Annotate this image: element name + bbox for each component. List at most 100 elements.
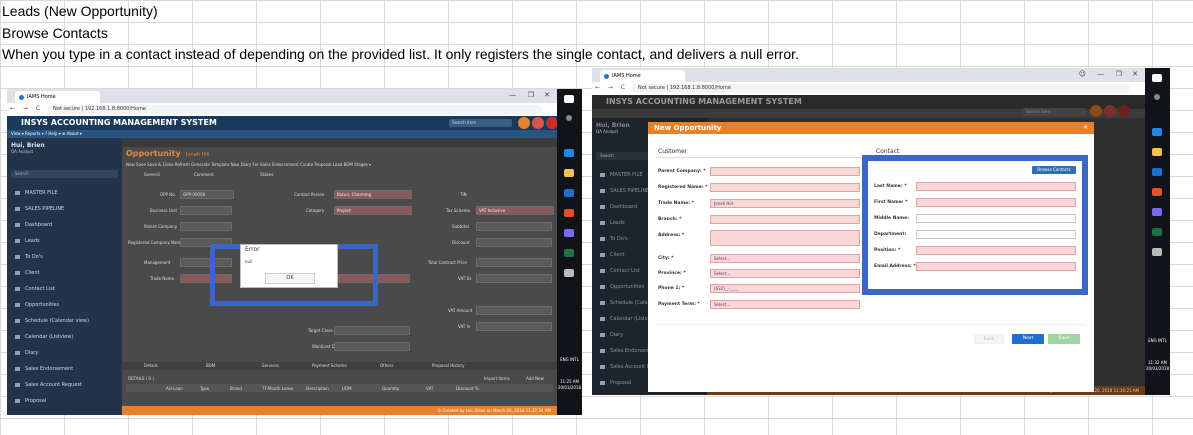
- sidebar-item-diary[interactable]: Diary: [599, 332, 623, 338]
- windows-start-icon[interactable]: [564, 95, 574, 103]
- target-close-date-input[interactable]: [334, 326, 410, 335]
- error-ok-button[interactable]: OK: [265, 273, 315, 284]
- subtotal-input[interactable]: [476, 222, 552, 231]
- city-select[interactable]: Select...: [710, 254, 860, 263]
- tab-services[interactable]: Services: [262, 363, 279, 368]
- minimize-icon[interactable]: —: [1097, 70, 1104, 78]
- profile-icon[interactable]: ☺: [1079, 70, 1086, 78]
- sidebar-item-proposal[interactable]: Proposal: [14, 398, 46, 404]
- browser-tab[interactable]: IAMS Home: [15, 91, 100, 103]
- browser-nav-icons[interactable]: ← → C: [595, 84, 628, 91]
- first-name-input[interactable]: [916, 198, 1076, 207]
- email-address-input[interactable]: [916, 262, 1076, 271]
- add-new-button[interactable]: Add New: [526, 376, 544, 381]
- tab-stakes[interactable]: Stakes: [260, 172, 273, 177]
- minimize-icon[interactable]: —: [509, 91, 516, 99]
- position-input[interactable]: [916, 246, 1076, 255]
- opportunity-toolbar[interactable]: New Save Save & Close Refresh Generate T…: [126, 162, 371, 167]
- sidebar-item-dashboard[interactable]: Dashboard: [14, 222, 52, 228]
- edge-icon[interactable]: [564, 149, 574, 157]
- app-search-input[interactable]: Search item: [1023, 108, 1086, 116]
- tab-bom[interactable]: BOM: [206, 363, 215, 368]
- category-select[interactable]: Project: [334, 206, 412, 215]
- sidebar-item-opportunities[interactable]: Opportunities: [599, 284, 644, 290]
- sidebar-item-leads[interactable]: Leads: [600, 220, 625, 226]
- branch-input[interactable]: [710, 215, 860, 224]
- sidebar-item-contact-list[interactable]: Contact List: [15, 286, 55, 292]
- discount-input[interactable]: [476, 238, 552, 247]
- parent-company-input[interactable]: [710, 167, 860, 176]
- user-icon[interactable]: [1118, 105, 1130, 117]
- address-input[interactable]: Not secure | 192.168.1.8:8000/Home: [632, 84, 1130, 93]
- sidebar-item-opportunities[interactable]: Opportunities: [14, 302, 59, 308]
- sidebar-item-sales-pipeline[interactable]: SALES PIPELINE: [14, 206, 64, 212]
- maximize-icon[interactable]: ❐: [1116, 70, 1122, 78]
- sidebar-item-sales-pipeline[interactable]: SALES PIPELINE: [599, 188, 649, 194]
- payment-term-select[interactable]: Select...: [710, 300, 860, 309]
- address-textarea[interactable]: [710, 230, 860, 246]
- trade-name-input[interactable]: Jonah Hill: [710, 199, 860, 208]
- sidebar-item-master-file[interactable]: MASTER FILE: [14, 190, 57, 196]
- back-button[interactable]: Back: [974, 334, 1004, 344]
- sidebar-item-sales-account-request[interactable]: Sales Account Request: [15, 382, 82, 388]
- close-icon[interactable]: ✕: [544, 91, 550, 99]
- registered-name-input[interactable]: [710, 183, 860, 192]
- tax-scheme-select[interactable]: VAT Inclusive: [476, 206, 554, 215]
- tab-general[interactable]: General: [144, 172, 160, 177]
- search-icon[interactable]: [566, 115, 572, 121]
- tab-comment[interactable]: Comment: [194, 172, 214, 177]
- parent-company-input[interactable]: [180, 222, 232, 231]
- sidebar-item-client[interactable]: Client: [14, 270, 39, 276]
- excel-icon[interactable]: [1152, 228, 1162, 236]
- vat-in-input[interactable]: [476, 322, 552, 331]
- phone-1-input[interactable]: (632)__-____: [710, 284, 860, 293]
- browse-contacts-button[interactable]: Browse Contacts: [1032, 166, 1076, 174]
- chrome-icon[interactable]: [564, 209, 574, 217]
- browser-nav-icons[interactable]: ← → C: [10, 105, 43, 112]
- contact-person-select[interactable]: Buturi, Charming: [334, 190, 412, 199]
- sidebar-item-contact-list[interactable]: Contact List: [600, 268, 640, 274]
- sidebar-item-master-file[interactable]: MASTER FILE: [599, 172, 642, 178]
- menu-bar[interactable]: View ▾ Reports ▾ ? Help ▾ ⊕ About ▾: [7, 130, 582, 138]
- sidebar-item-leads[interactable]: Leads: [15, 238, 40, 244]
- menu-icon[interactable]: [532, 117, 544, 129]
- tab-proposal-history[interactable]: Proposal History: [432, 363, 464, 368]
- clock-icon[interactable]: [1090, 105, 1102, 117]
- clock-icon[interactable]: [518, 117, 530, 129]
- vat-ex-input[interactable]: [476, 274, 552, 283]
- middle-name-input[interactable]: [916, 214, 1076, 223]
- browser-tab[interactable]: IAMS Home: [600, 70, 685, 82]
- tab-others[interactable]: Others: [380, 363, 393, 368]
- sidebar-search[interactable]: Search: [11, 170, 118, 178]
- address-input[interactable]: Not secure | 192.168.1.8:8000/Home: [47, 105, 542, 114]
- last-name-input[interactable]: [916, 182, 1076, 191]
- opp-no-input[interactable]: OPP-00008: [180, 190, 234, 199]
- viber-icon[interactable]: [1152, 208, 1162, 216]
- explorer-icon[interactable]: [564, 169, 574, 177]
- sidebar-item-calendar[interactable]: Calendar (Listview): [14, 334, 73, 340]
- sidebar-item-sales-endorsement[interactable]: Sales Endorsement: [14, 366, 73, 372]
- maximize-icon[interactable]: ❐: [528, 91, 534, 99]
- import-items-button[interactable]: Import Items: [484, 376, 510, 381]
- explorer-icon[interactable]: [1152, 148, 1162, 156]
- app-search-input[interactable]: Search item: [449, 119, 512, 127]
- sidebar-item-dashboard[interactable]: Dashboard: [599, 204, 637, 210]
- close-icon[interactable]: ✕: [1132, 70, 1138, 78]
- sidebar-item-schedule[interactable]: Schedule (Calendar view): [14, 318, 89, 324]
- excel-icon[interactable]: [564, 249, 574, 257]
- tab-details[interactable]: Details: [144, 363, 158, 368]
- settings-icon[interactable]: [564, 269, 574, 277]
- viber-icon[interactable]: [564, 229, 574, 237]
- sidebar-item-todos[interactable]: To Do's: [600, 236, 628, 242]
- next-button[interactable]: Next: [1012, 334, 1044, 344]
- outlook-icon[interactable]: [1152, 168, 1162, 176]
- modal-close-icon[interactable]: ✕: [1083, 124, 1088, 131]
- menu-icon[interactable]: [1104, 105, 1116, 117]
- province-select[interactable]: Select...: [710, 269, 860, 278]
- department-input[interactable]: [916, 230, 1076, 239]
- sidebar-item-proposal[interactable]: Proposal: [599, 380, 631, 386]
- edge-icon[interactable]: [1152, 128, 1162, 136]
- sidebar-item-client[interactable]: Client: [599, 252, 624, 258]
- outlook-icon[interactable]: [564, 189, 574, 197]
- won-lost-date-input[interactable]: [334, 342, 410, 351]
